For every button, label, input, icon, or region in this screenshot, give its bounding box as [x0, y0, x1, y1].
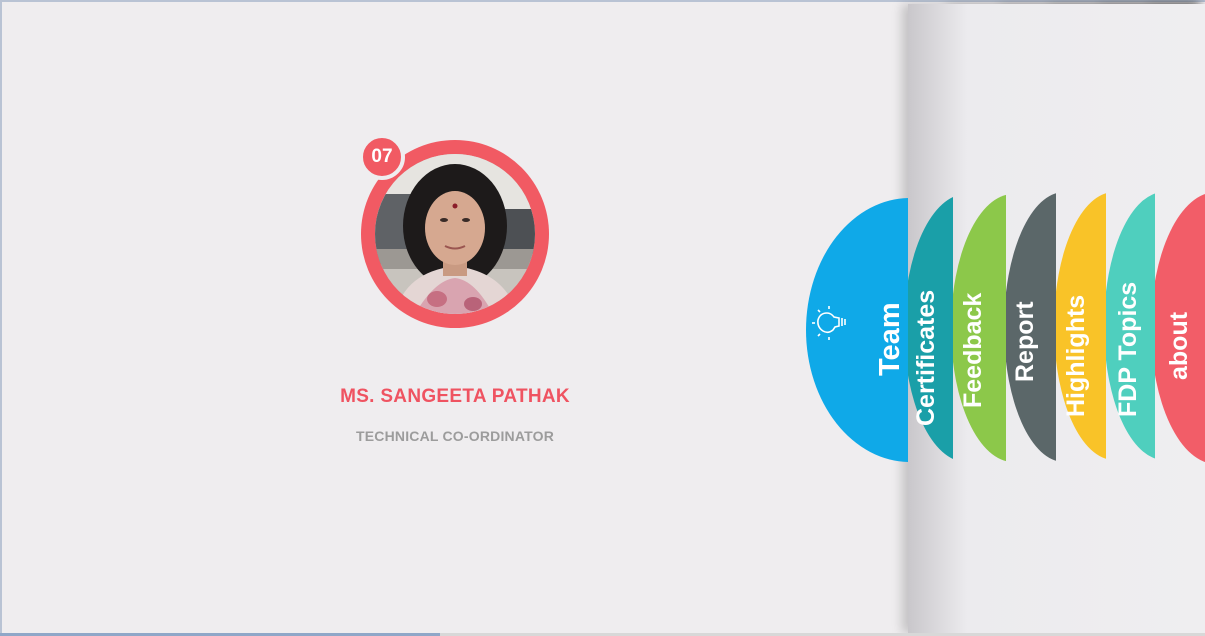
lightbulb-icon [811, 302, 853, 344]
tab-team-label: Team [874, 302, 906, 376]
profile-number-badge: 07 [359, 134, 405, 180]
tab-about-label: about [1165, 311, 1193, 380]
tab-highlights-label: Highlights [1062, 294, 1090, 417]
profile-name: MS. SANGEETA PATHAK [340, 386, 570, 407]
profile-photo-ring: 07 [359, 134, 549, 328]
tab-report[interactable]: Report [1006, 192, 1056, 462]
tab-report-label: Report [1011, 301, 1039, 382]
tab-fdp-topics-label: FDP Topics [1114, 281, 1142, 417]
tab-highlights[interactable]: Highlights [1056, 192, 1106, 460]
tab-feedback[interactable]: Feedback [953, 194, 1006, 462]
window-left-border [0, 0, 2, 636]
window-top-border [0, 0, 1205, 2]
tab-team[interactable]: Team [806, 198, 908, 462]
tab-feedback-label: Feedback [959, 292, 987, 408]
tab-certificates-label: Certificates [912, 289, 940, 426]
tab-fdp-topics[interactable]: FDP Topics [1106, 192, 1155, 460]
tab-certificates[interactable]: Certificates [908, 194, 953, 462]
person-photo-illustration [375, 154, 535, 314]
profile-role: TECHNICAL CO-ORDINATOR [355, 428, 555, 444]
tab-about[interactable]: about [1155, 192, 1205, 464]
profile-photo [375, 154, 535, 314]
